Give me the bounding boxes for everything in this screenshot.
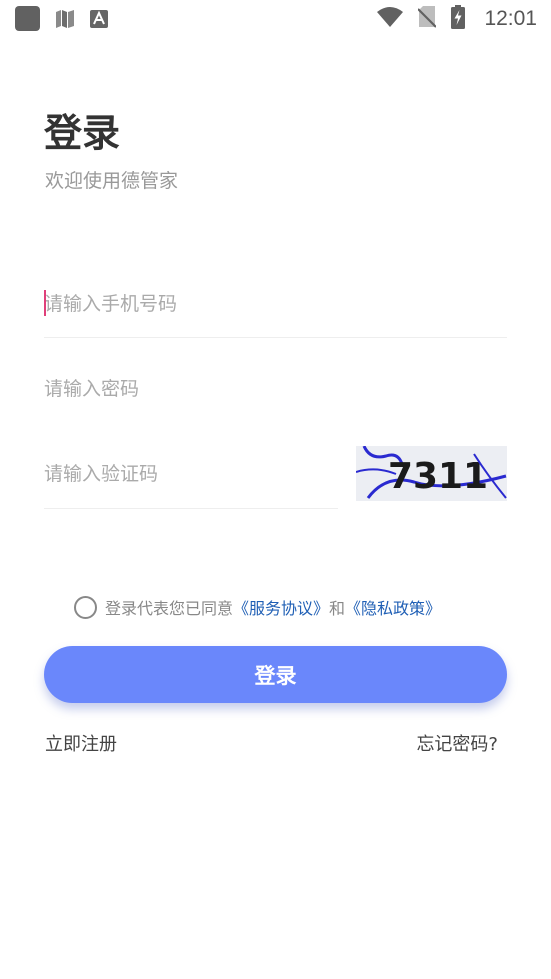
wifi-icon — [377, 6, 404, 32]
font-a-icon — [90, 9, 108, 32]
service-agreement-link[interactable]: 《服务协议》 — [233, 595, 329, 619]
register-link[interactable]: 立即注册 — [45, 732, 117, 758]
battery-charging-icon — [451, 5, 466, 33]
captcha-image[interactable]: 7311 — [356, 446, 507, 501]
welcome-subtitle: 欢迎使用德管家 — [45, 170, 179, 192]
text-cursor — [44, 290, 46, 316]
agreement-radio[interactable] — [74, 595, 97, 619]
no-sim-icon — [417, 6, 438, 32]
status-bar-left — [15, 6, 123, 35]
password-input[interactable] — [44, 374, 507, 404]
captcha-divider — [44, 508, 338, 509]
privacy-policy-link[interactable]: 《隐私政策》 — [345, 595, 441, 619]
forgot-password-link[interactable]: 忘记密码? — [416, 732, 498, 758]
captcha-input[interactable] — [44, 459, 338, 489]
status-bar: 12:01 — [0, 0, 551, 38]
agreement-row: 登录代表您已同意 《服务协议》 和 《隐私政策》 — [74, 594, 441, 620]
status-time: 12:01 — [484, 7, 537, 30]
phone-input[interactable] — [44, 289, 507, 319]
phone-divider — [44, 337, 507, 338]
login-button[interactable]: 登录 — [44, 646, 507, 703]
map-icon — [55, 9, 75, 33]
status-bar-right: 12:01 — [377, 5, 537, 33]
app-square-icon — [15, 6, 40, 35]
agreement-prefix: 登录代表您已同意 — [105, 599, 234, 618]
agreement-and: 和 — [329, 599, 346, 618]
captcha-code: 7311 — [388, 456, 488, 497]
page-title: 登录 — [44, 111, 121, 155]
